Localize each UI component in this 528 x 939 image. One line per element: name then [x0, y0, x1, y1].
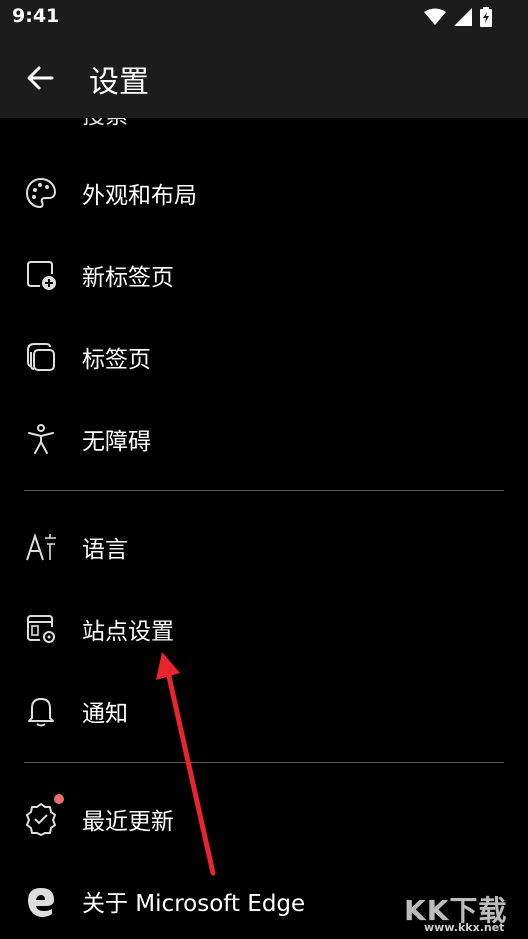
settings-item-search[interactable]: 搜索 [0, 118, 528, 136]
settings-item-notifications[interactable]: 通知 [0, 680, 528, 740]
app-bar: 设置 [0, 36, 528, 118]
settings-item-label: 无障碍 [82, 429, 151, 455]
section-divider [24, 490, 504, 491]
battery-icon [480, 7, 492, 27]
watermark-logo: KK下载 www.kkx.net [404, 889, 524, 935]
settings-item-label: 外观和布局 [82, 183, 197, 209]
settings-item-label: 站点设置 [82, 619, 174, 645]
bell-icon [28, 698, 54, 727]
watermark-url: www.kkx.net [424, 921, 505, 934]
badge-check-icon [26, 803, 56, 836]
settings-list: 搜索 外观和布局 新标签页 标签页 无障碍 [0, 118, 528, 939]
signal-icon [454, 8, 472, 26]
notification-badge [54, 794, 64, 804]
chevron-icon [30, 118, 58, 126]
status-time: 9:41 [12, 5, 60, 27]
settings-item-label: 标签页 [82, 347, 151, 373]
settings-item-language[interactable]: 语言 [0, 516, 528, 576]
section-divider [24, 762, 504, 763]
back-arrow-icon[interactable] [22, 60, 58, 96]
settings-item-label: 搜索 [82, 118, 128, 130]
settings-item-label: 关于 Microsoft Edge [82, 891, 306, 917]
palette-icon [25, 177, 57, 209]
settings-item-whats-new[interactable]: 最近更新 [0, 788, 528, 848]
settings-item-label: 通知 [82, 701, 128, 727]
settings-item-new-tab[interactable]: 新标签页 [0, 244, 528, 304]
wifi-icon [424, 8, 446, 25]
settings-item-label: 最近更新 [82, 809, 174, 835]
settings-item-site-settings[interactable]: 站点设置 [0, 598, 528, 658]
settings-item-accessibility[interactable]: 无障碍 [0, 408, 528, 468]
settings-item-label: 语言 [82, 537, 128, 563]
edge-logo-icon [28, 888, 54, 917]
settings-item-label: 新标签页 [82, 265, 174, 291]
status-icons [424, 7, 492, 27]
language-icon [26, 532, 56, 561]
status-bar: 9:41 [0, 0, 528, 36]
settings-item-tabs[interactable]: 标签页 [0, 326, 528, 386]
page-title: 设置 [89, 65, 149, 100]
site-settings-icon [27, 615, 55, 643]
accessibility-icon [28, 424, 54, 454]
tabs-icon [27, 343, 55, 371]
settings-item-appearance[interactable]: 外观和布局 [0, 162, 528, 222]
new-tab-icon [27, 261, 56, 290]
